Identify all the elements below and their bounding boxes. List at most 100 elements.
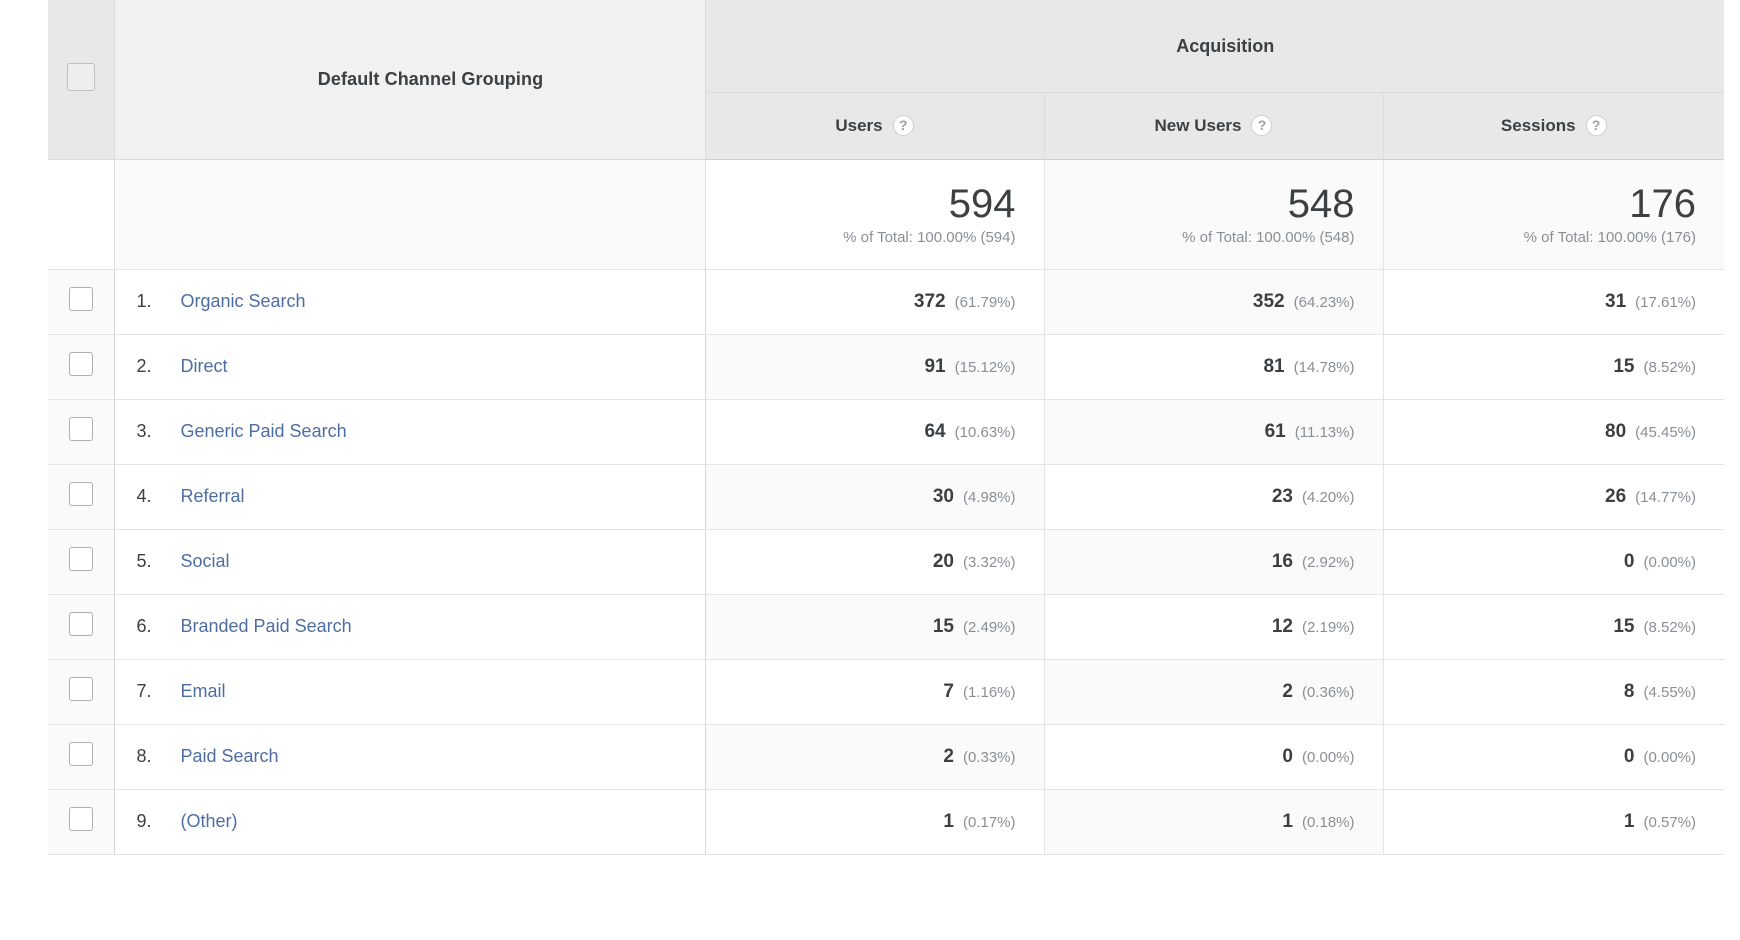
select-all-checkbox[interactable] bbox=[66, 62, 95, 91]
row-checkbox-cell[interactable] bbox=[48, 594, 115, 660]
row-checkbox[interactable] bbox=[68, 352, 93, 376]
acquisition-group-label: Acquisition bbox=[1176, 35, 1275, 56]
row-sessions-value: 31 bbox=[1605, 290, 1627, 312]
row-users-percent: (2.49%) bbox=[962, 618, 1016, 636]
row-new-users-percent: (4.20%) bbox=[1301, 488, 1355, 506]
row-checkbox-cell[interactable] bbox=[48, 334, 115, 400]
row-checkbox-cell[interactable] bbox=[48, 269, 115, 335]
row-new-users-percent: (0.36%) bbox=[1301, 683, 1355, 701]
row-new-users-cell: 352 (64.23%) bbox=[1043, 269, 1383, 335]
row-sessions-percent: (45.45%) bbox=[1635, 423, 1697, 441]
channel-link[interactable]: (Other) bbox=[181, 811, 238, 831]
table-row: 7. Email 7 (1.16%) 2 (0.36%) 8 (4.55%) bbox=[48, 659, 1725, 725]
row-users-value: 20 bbox=[932, 550, 954, 572]
row-users-percent: (3.32%) bbox=[962, 553, 1016, 571]
row-sessions-cell: 26 (14.77%) bbox=[1382, 464, 1725, 530]
row-sessions-value: 26 bbox=[1605, 485, 1627, 507]
row-users-cell: 1 (0.17%) bbox=[704, 789, 1044, 855]
totals-row: 594 % of Total: 100.00% (594) 548 % of T… bbox=[48, 159, 1725, 270]
row-dimension-cell: 5. Social bbox=[114, 529, 706, 595]
dimension-header-label: Default Channel Grouping bbox=[317, 68, 544, 89]
row-index: 3. bbox=[136, 421, 152, 441]
row-users-cell: 91 (15.12%) bbox=[704, 334, 1044, 400]
channel-link[interactable]: Generic Paid Search bbox=[181, 421, 347, 441]
row-checkbox-cell[interactable] bbox=[48, 464, 115, 530]
channel-grouping-table: Default Channel Grouping Acquisition Use… bbox=[48, 0, 1725, 855]
row-dimension-cell: 6. Branded Paid Search bbox=[114, 594, 706, 660]
row-sessions-cell: 0 (0.00%) bbox=[1382, 529, 1725, 595]
row-users-value: 30 bbox=[932, 485, 954, 507]
table-row: 5. Social 20 (3.32%) 16 (2.92%) 0 (0.00%) bbox=[48, 529, 1725, 595]
row-dimension-cell: 8. Paid Search bbox=[114, 724, 706, 790]
row-users-value: 64 bbox=[924, 420, 946, 442]
row-new-users-cell: 2 (0.36%) bbox=[1043, 659, 1383, 725]
column-header-sessions-label: Sessions bbox=[1500, 115, 1576, 135]
row-sessions-value: 8 bbox=[1623, 680, 1635, 702]
row-index: 9. bbox=[136, 811, 152, 831]
row-sessions-value: 0 bbox=[1623, 550, 1635, 572]
row-checkbox-cell[interactable] bbox=[48, 399, 115, 465]
row-sessions-percent: (4.55%) bbox=[1643, 683, 1697, 701]
row-new-users-value: 12 bbox=[1271, 615, 1293, 637]
row-new-users-value: 352 bbox=[1252, 290, 1285, 312]
row-checkbox[interactable] bbox=[68, 417, 93, 441]
channel-link[interactable]: Referral bbox=[181, 486, 245, 506]
row-users-percent: (0.33%) bbox=[962, 748, 1016, 766]
row-users-cell: 20 (3.32%) bbox=[704, 529, 1044, 595]
column-header-users-label: Users bbox=[835, 115, 883, 135]
row-users-percent: (0.17%) bbox=[962, 813, 1016, 831]
row-new-users-percent: (64.23%) bbox=[1293, 293, 1355, 311]
row-users-cell: 15 (2.49%) bbox=[704, 594, 1044, 660]
row-checkbox[interactable] bbox=[68, 742, 93, 766]
row-dimension-cell: 4. Referral bbox=[114, 464, 706, 530]
column-header-sessions[interactable]: Sessions ? bbox=[1382, 92, 1725, 160]
row-dimension-cell: 3. Generic Paid Search bbox=[114, 399, 706, 465]
row-checkbox-cell[interactable] bbox=[48, 529, 115, 595]
row-checkbox[interactable] bbox=[68, 482, 93, 506]
row-checkbox[interactable] bbox=[68, 287, 93, 311]
channel-link[interactable]: Organic Search bbox=[181, 291, 306, 311]
row-index: 6. bbox=[136, 616, 152, 636]
help-icon[interactable]: ? bbox=[1251, 115, 1273, 137]
row-checkbox[interactable] bbox=[68, 807, 93, 831]
totals-new-users-value: 548 bbox=[1287, 181, 1355, 226]
row-new-users-percent: (14.78%) bbox=[1293, 358, 1355, 376]
row-checkbox[interactable] bbox=[68, 677, 93, 701]
column-header-new-users[interactable]: New Users ? bbox=[1043, 92, 1383, 160]
totals-sessions-subtext: % of Total: 100.00% (176) bbox=[1523, 228, 1697, 246]
row-checkbox-cell[interactable] bbox=[48, 724, 115, 790]
row-index: 2. bbox=[136, 356, 152, 376]
row-sessions-cell: 0 (0.00%) bbox=[1382, 724, 1725, 790]
totals-sessions-value: 176 bbox=[1629, 181, 1697, 226]
channel-link[interactable]: Direct bbox=[181, 356, 228, 376]
dimension-header-cell[interactable]: Default Channel Grouping bbox=[114, 0, 706, 160]
channel-link[interactable]: Social bbox=[181, 551, 230, 571]
column-header-users[interactable]: Users ? ↓ bbox=[704, 92, 1116, 160]
row-new-users-cell: 23 (4.20%) bbox=[1043, 464, 1383, 530]
row-checkbox[interactable] bbox=[68, 547, 93, 571]
row-sessions-percent: (0.00%) bbox=[1643, 553, 1697, 571]
help-icon[interactable]: ? bbox=[892, 115, 914, 137]
table-row: 9. (Other) 1 (0.17%) 1 (0.18%) 1 (0.57%) bbox=[48, 789, 1725, 855]
channel-link[interactable]: Email bbox=[181, 681, 226, 701]
row-users-cell: 2 (0.33%) bbox=[704, 724, 1044, 790]
channel-link[interactable]: Paid Search bbox=[181, 746, 279, 766]
totals-new-users-cell: 548 % of Total: 100.00% (548) bbox=[1043, 159, 1383, 270]
row-users-cell: 64 (10.63%) bbox=[704, 399, 1044, 465]
row-checkbox-cell[interactable] bbox=[48, 659, 115, 725]
row-new-users-cell: 1 (0.18%) bbox=[1043, 789, 1383, 855]
row-index: 7. bbox=[136, 681, 152, 701]
row-checkbox-cell[interactable] bbox=[48, 789, 115, 855]
row-users-value: 7 bbox=[943, 680, 954, 702]
row-users-value: 15 bbox=[932, 615, 954, 637]
channel-link[interactable]: Branded Paid Search bbox=[181, 616, 352, 636]
help-icon[interactable]: ? bbox=[1585, 115, 1607, 137]
row-sessions-cell: 31 (17.61%) bbox=[1382, 269, 1725, 335]
row-new-users-percent: (0.00%) bbox=[1301, 748, 1355, 766]
row-sessions-cell: 80 (45.45%) bbox=[1382, 399, 1725, 465]
row-users-percent: (61.79%) bbox=[954, 293, 1016, 311]
row-sessions-value: 1 bbox=[1623, 810, 1635, 832]
row-checkbox[interactable] bbox=[68, 612, 93, 636]
row-sessions-cell: 8 (4.55%) bbox=[1382, 659, 1725, 725]
select-all-checkbox-cell[interactable] bbox=[48, 0, 115, 160]
